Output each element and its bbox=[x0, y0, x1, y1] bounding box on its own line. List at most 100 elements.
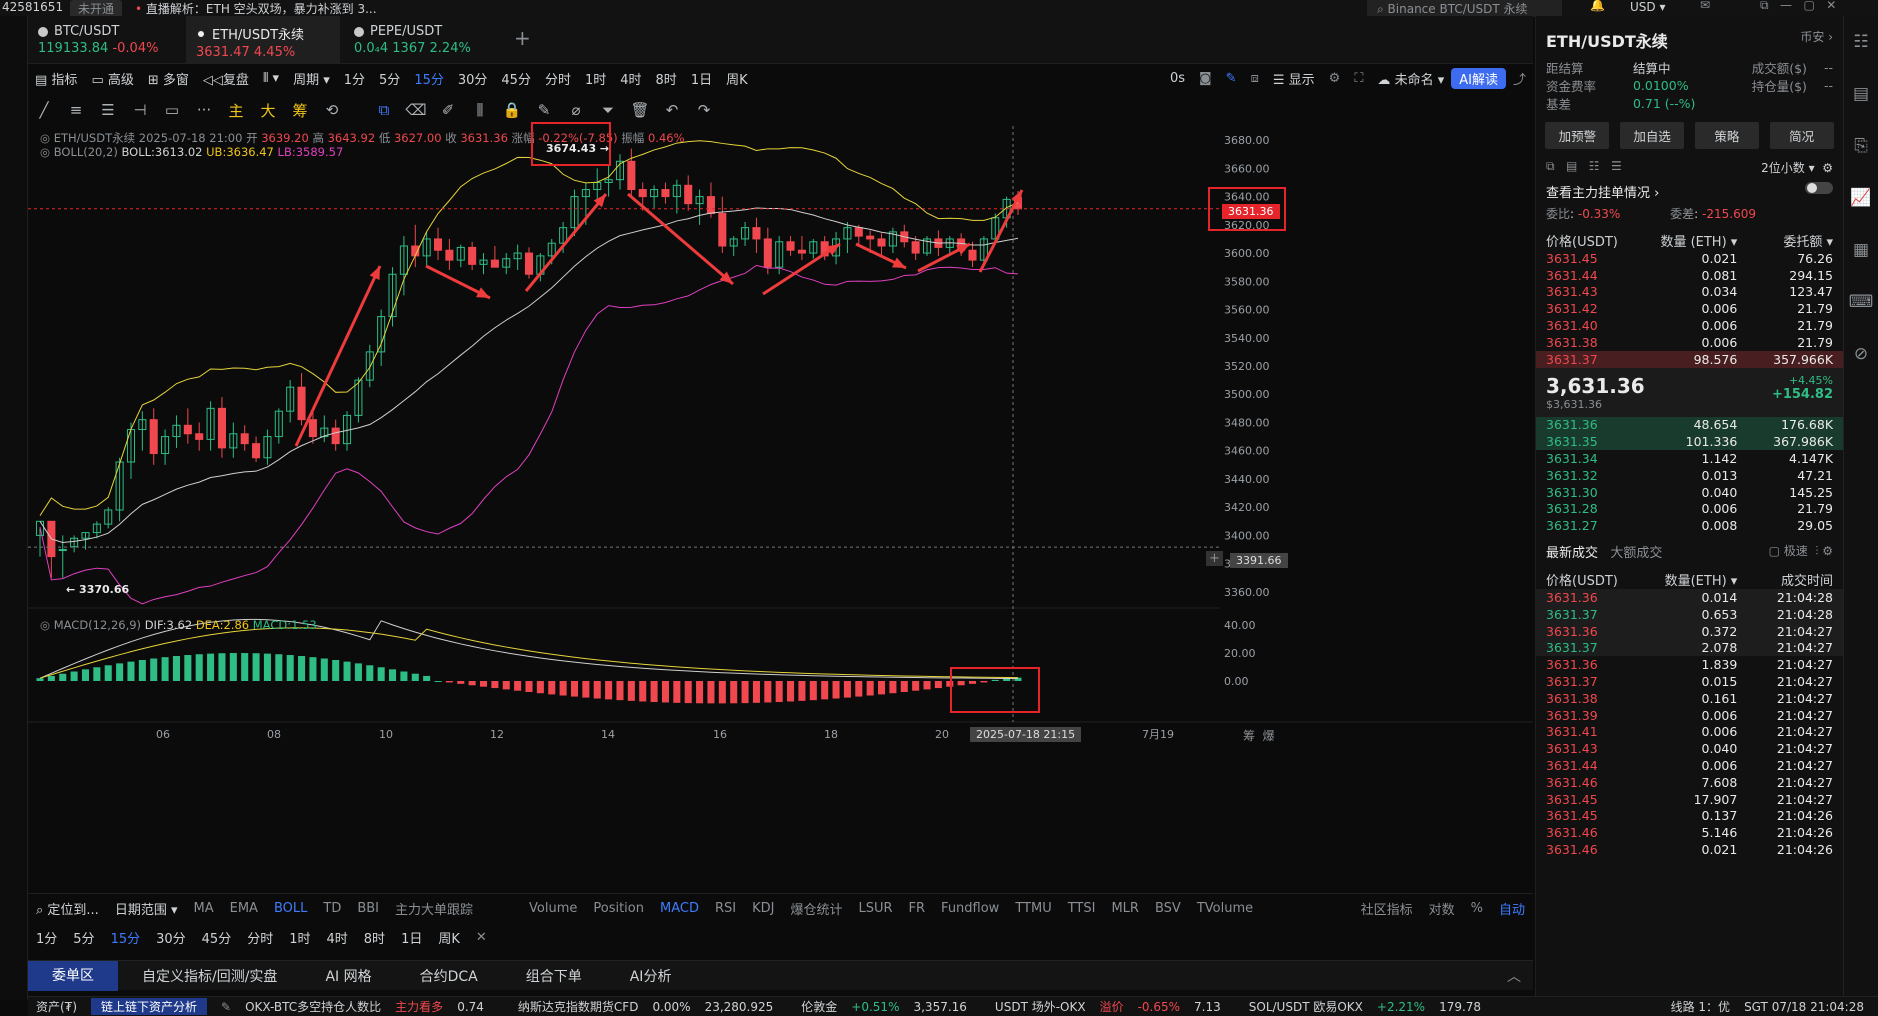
hline-icon[interactable]: ⊣ bbox=[124, 101, 156, 119]
col-trade-qty[interactable]: 数量(ETH) ▾ bbox=[1642, 570, 1738, 589]
tab-combo-order[interactable]: 组合下单 bbox=[502, 966, 606, 986]
account-status[interactable]: 未开通 bbox=[70, 0, 123, 17]
ruler-icon[interactable]: ⟲ bbox=[316, 101, 348, 119]
window-controls[interactable]: ⧉ — ▢ ✕ bbox=[1760, 0, 1836, 13]
col-qty[interactable]: 数量 (ETH) ▾ bbox=[1642, 231, 1737, 250]
camera-icon[interactable]: ◙ bbox=[1192, 71, 1219, 86]
percent-toggle[interactable]: % bbox=[1463, 901, 1491, 916]
community-indicators[interactable]: 社区指标 bbox=[1353, 899, 1421, 918]
period-45m[interactable]: 45分 bbox=[494, 69, 538, 88]
col-amount[interactable]: 委托额 ▾ bbox=[1737, 231, 1833, 250]
bp-1m[interactable]: 1分 bbox=[28, 928, 65, 947]
copy-icon[interactable]: ⧉ bbox=[368, 101, 400, 119]
multi-window-button[interactable]: ⊞ 多窗 bbox=[141, 69, 196, 88]
add-line-icon[interactable]: + bbox=[1206, 551, 1223, 566]
display-button[interactable]: ☰ 显示 bbox=[1266, 69, 1322, 88]
tab-pepe[interactable]: PEPE/USDT 0.0₄4 1367 2.24% bbox=[344, 16, 498, 64]
ask-row[interactable]: 3631.43 0.034 123.47 bbox=[1536, 284, 1843, 301]
period-30m[interactable]: 30分 bbox=[451, 69, 495, 88]
search-input[interactable]: ⌕ Binance BTC/USDT 永续 bbox=[1367, 0, 1562, 17]
settings-icon[interactable]: ⚙ bbox=[1322, 71, 1348, 86]
ticker-gold[interactable]: 伦敦金 bbox=[801, 998, 837, 1015]
hlines-icon[interactable]: ≡ bbox=[60, 101, 92, 119]
mail-icon[interactable]: ✉ bbox=[1700, 0, 1710, 12]
ticker-okx-ratio[interactable]: OKX-BTC多空持仓人数比 bbox=[245, 998, 381, 1015]
trendline-icon[interactable]: ╱ bbox=[28, 101, 60, 119]
more-tools-icon[interactable]: ··· bbox=[188, 101, 220, 119]
sub-fr[interactable]: FR bbox=[901, 901, 934, 916]
currency-select[interactable]: USD ▾ bbox=[1630, 0, 1665, 14]
layout-icon[interactable]: ⧈ bbox=[1244, 71, 1266, 86]
ask-row[interactable]: 3631.37 98.576 357.966K bbox=[1536, 350, 1843, 368]
auto-toggle[interactable]: 自动 bbox=[1491, 899, 1533, 918]
bp-timeline[interactable]: 分时 bbox=[239, 928, 281, 947]
ask-row[interactable]: 3631.38 0.006 21.79 bbox=[1536, 334, 1843, 351]
layout-name-button[interactable]: ☁ 未命名 ▾ bbox=[1370, 69, 1451, 88]
brush-icon[interactable]: ✐ bbox=[432, 101, 464, 119]
mainorders-link[interactable]: 查看主力挂单情况 › bbox=[1546, 182, 1659, 201]
bp-15m[interactable]: 15分 bbox=[103, 928, 149, 947]
edit-icon[interactable]: ✎ bbox=[528, 101, 560, 119]
fast-toggle[interactable]: ▢ 极速 ⫶ ⚙ bbox=[1769, 542, 1833, 561]
ind-ema[interactable]: EMA bbox=[222, 901, 266, 916]
tab-custom-indicators[interactable]: 自定义指标/回测/实盘 bbox=[118, 966, 301, 986]
bp-4h[interactable]: 4时 bbox=[319, 928, 356, 947]
main-force-button[interactable]: 主 bbox=[220, 100, 252, 121]
asset-analysis-link[interactable]: 链上链下资产分析 bbox=[91, 998, 208, 1015]
sub-rsi[interactable]: RSI bbox=[707, 901, 744, 916]
bp-1h[interactable]: 1时 bbox=[281, 928, 318, 947]
ask-row[interactable]: 3631.42 0.006 21.79 bbox=[1536, 300, 1843, 317]
period-15m[interactable]: 15分 bbox=[407, 69, 451, 88]
bp-5m[interactable]: 5分 bbox=[65, 928, 102, 947]
route-status[interactable]: 线路 1：优 bbox=[1671, 998, 1730, 1015]
ai-interpret-button[interactable]: AI解读 bbox=[1451, 67, 1506, 89]
kline-chart[interactable]: 3680.00 3660.00 3640.00 3620.00 3600.00 3580.… bbox=[28, 122, 1533, 886]
ask-row[interactable]: 3631.45 0.021 76.26 bbox=[1536, 250, 1843, 267]
chips-button[interactable]: 筹 bbox=[284, 100, 316, 121]
period-1h[interactable]: 1时 bbox=[578, 69, 613, 88]
tab-ai-analysis[interactable]: AI分析 bbox=[606, 966, 696, 986]
chip-corner[interactable]: 筹 爆 bbox=[1243, 727, 1275, 744]
sub-kdj[interactable]: KDJ bbox=[744, 901, 782, 916]
tab-latest-trades[interactable]: 最新成交 bbox=[1546, 546, 1598, 561]
big-order-button[interactable]: 大 bbox=[252, 100, 284, 121]
pen-icon[interactable]: ✎ bbox=[1219, 71, 1244, 86]
ind-boll[interactable]: BOLL bbox=[266, 901, 315, 916]
undo-icon[interactable]: ↶ bbox=[656, 101, 688, 119]
bars-icon[interactable]: ⫼ bbox=[464, 101, 496, 119]
period-select[interactable]: 周期 ▾ bbox=[286, 69, 337, 88]
add-watchlist-button[interactable]: 加自选 bbox=[1620, 122, 1685, 149]
sub-fundflow[interactable]: Fundflow bbox=[933, 901, 1007, 916]
tab-orders[interactable]: 委单区 bbox=[28, 960, 118, 991]
ind-bbi[interactable]: BBI bbox=[349, 901, 387, 916]
tab-dca[interactable]: 合约DCA bbox=[396, 966, 502, 986]
rect-icon[interactable]: ▭ bbox=[156, 101, 188, 119]
bid-row[interactable]: 3631.36 48.654 176.68K bbox=[1536, 416, 1843, 434]
sub-volume[interactable]: Volume bbox=[521, 901, 585, 916]
period-5m[interactable]: 5分 bbox=[372, 69, 407, 88]
bell-icon[interactable]: 🔔 bbox=[1590, 0, 1605, 12]
log-toggle[interactable]: 对数 bbox=[1421, 899, 1463, 918]
share-icon[interactable]: ⤴ bbox=[1506, 69, 1533, 88]
period-8h[interactable]: 8时 bbox=[649, 69, 684, 88]
bid-row[interactable]: 3631.35 101.336 367.986K bbox=[1536, 433, 1843, 451]
advanced-button[interactable]: ▭ 高级 bbox=[84, 69, 140, 88]
edit-icon[interactable]: ✎ bbox=[221, 1000, 231, 1014]
tab-btc[interactable]: BTC/USDT 119133.84 -0.04% bbox=[28, 16, 182, 64]
bid-row[interactable]: 3631.30 0.040 145.25 bbox=[1536, 484, 1843, 501]
tab-ai-grid[interactable]: AI 网格 bbox=[301, 966, 395, 986]
bp-1d[interactable]: 1日 bbox=[393, 928, 430, 947]
overview-button[interactable]: 简况 bbox=[1769, 122, 1834, 149]
bp-1w[interactable]: 周K bbox=[430, 928, 468, 947]
sub-macd[interactable]: MACD bbox=[652, 901, 707, 916]
sub-ttmu[interactable]: TTMU bbox=[1007, 901, 1059, 916]
period-timeline[interactable]: 分时 bbox=[538, 69, 578, 88]
chart-type-button[interactable]: ⫴ ▾ bbox=[256, 71, 286, 86]
fullscreen-icon[interactable]: ⛶ bbox=[1347, 71, 1370, 86]
bid-row[interactable]: 3631.28 0.006 21.79 bbox=[1536, 501, 1843, 518]
book-view-icons[interactable]: ⧉ ▤ ☷ ☰ bbox=[1546, 159, 1622, 176]
news-ticker[interactable]: • 直播解析：ETH 空头双场，暴力补涨到 3... bbox=[135, 0, 377, 17]
locate-button[interactable]: ⌕ 定位到... bbox=[28, 899, 107, 918]
ask-row[interactable]: 3631.44 0.081 294.15 bbox=[1536, 267, 1843, 284]
close-icon[interactable]: ✕ bbox=[468, 930, 495, 945]
